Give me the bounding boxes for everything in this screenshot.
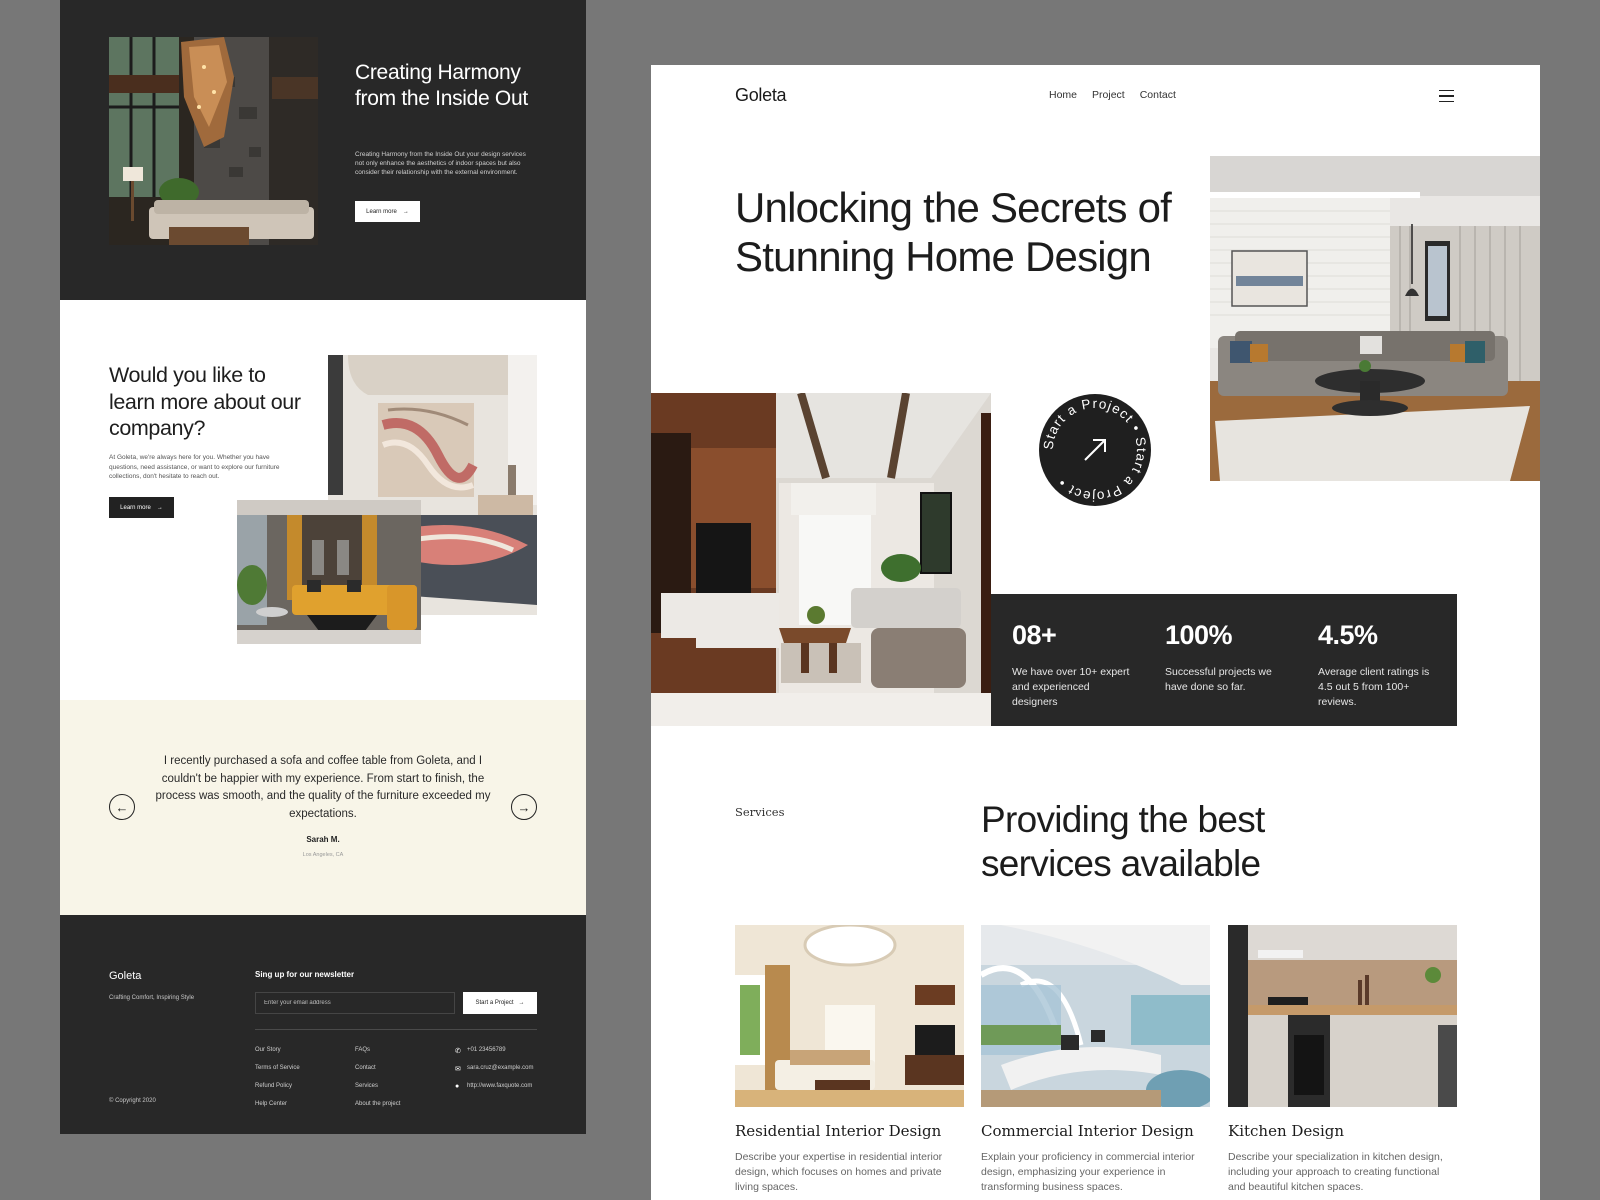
next-testimonial-button[interactable]: → [511, 794, 537, 820]
nav-project[interactable]: Project [1092, 89, 1125, 101]
service-description: Describe your specialization in kitchen … [1228, 1151, 1443, 1193]
footer-link-terms[interactable]: Terms of Service [255, 1065, 300, 1083]
hero-title: Unlocking the Secrets of Stunning Home D… [735, 184, 1172, 280]
footer-link-services[interactable]: Services [355, 1083, 400, 1101]
website-text: http://www.faxquote.com [467, 1083, 533, 1089]
arrow-right-icon: → [517, 799, 531, 815]
email-text: sara.cruz@example.com [467, 1065, 534, 1071]
testimonial-quote: I recently purchased a sofa and coffee t… [155, 755, 491, 820]
service-card-commercial[interactable]: Commercial Interior Design Explain your … [981, 925, 1210, 1194]
service-image-residential [735, 925, 964, 1107]
about-section: Would you like to learn more about our c… [60, 300, 586, 700]
button-label: Learn more [120, 504, 151, 511]
service-title: Commercial Interior Design [981, 1122, 1194, 1140]
footer-tagline: Crafting Comfort, Inspiring Style [109, 995, 195, 1001]
footer-link-contact[interactable]: Contact [355, 1065, 400, 1083]
stat-value: 4.5% [1318, 620, 1378, 650]
main-nav: Home Project Contact [1049, 89, 1176, 101]
stat-description: Average client ratings is 4.5 out 5 from… [1318, 666, 1430, 708]
hero-image [109, 37, 318, 245]
footer-link-help[interactable]: Help Center [255, 1101, 300, 1119]
arrow-right-icon: → [518, 1000, 525, 1006]
testimonial-section: ← I recently purchased a sofa and coffee… [60, 700, 586, 915]
service-image-commercial [981, 925, 1210, 1107]
hero-image-tv-wall [651, 393, 991, 726]
phone-icon: ✆ [455, 1048, 461, 1055]
contact-website[interactable]: ● http://www.faxquote.com [455, 1083, 533, 1101]
testimonial-author: Sarah M. [306, 835, 340, 844]
button-label: Start a Project [475, 1000, 514, 1006]
footer-links-company: Our Story Terms of Service Refund Policy… [255, 1047, 300, 1119]
footer-link-faqs[interactable]: FAQs [355, 1047, 400, 1065]
service-description: Describe your expertise in residential i… [735, 1151, 943, 1193]
stat-description: We have over 10+ expert and experienced … [1012, 666, 1130, 708]
nav-contact[interactable]: Contact [1140, 89, 1176, 101]
services-title: Providing the best services available [981, 799, 1265, 884]
footer-divider [255, 1029, 537, 1030]
phone-text: +01 23456789 [467, 1047, 506, 1053]
hero-title: Creating Harmony from the Inside Out [355, 61, 528, 110]
button-label: Learn more [366, 208, 397, 215]
footer-contacts: ✆ +01 23456789 ✉ sara.cruz@example.com ●… [455, 1047, 533, 1101]
footer-link-about-project[interactable]: About the project [355, 1101, 400, 1119]
service-card-kitchen[interactable]: Kitchen Design Describe your specializat… [1228, 925, 1457, 1194]
hero-description: Creating Harmony from the Inside Out you… [355, 151, 526, 176]
copyright: © Copyright 2020 [109, 1098, 156, 1104]
service-card-residential[interactable]: Residential Interior Design Describe you… [735, 925, 964, 1194]
site-logo[interactable]: Goleta [735, 85, 787, 106]
arrow-right-icon: → [156, 504, 163, 511]
testimonial-location: Los Angeles, CA [302, 852, 344, 858]
arrow-right-icon: → [402, 208, 409, 215]
hero-section: Creating Harmony from the Inside Out Cre… [60, 0, 586, 300]
newsletter-email-input[interactable] [255, 992, 455, 1014]
service-description: Explain your proficiency in commercial i… [981, 1151, 1195, 1193]
start-project-button[interactable]: Start a Project → [463, 992, 537, 1014]
arrow-left-icon: ← [115, 799, 129, 815]
footer-links-info: FAQs Contact Services About the project [355, 1047, 400, 1119]
mail-icon: ✉ [455, 1066, 461, 1073]
contact-email[interactable]: ✉ sara.cruz@example.com [455, 1065, 533, 1083]
nav-home[interactable]: Home [1049, 89, 1077, 101]
footer-logo[interactable]: Goleta [109, 970, 141, 982]
contact-phone[interactable]: ✆ +01 23456789 [455, 1047, 533, 1065]
about-title: Would you like to learn more about our c… [109, 363, 301, 440]
service-image-kitchen [1228, 925, 1457, 1107]
service-title: Residential Interior Design [735, 1122, 942, 1140]
footer-link-refund[interactable]: Refund Policy [255, 1083, 300, 1101]
stat-value: 08+ [1012, 620, 1057, 650]
stat-designers: 08+ We have over 10+ expert and experien… [1012, 620, 1137, 709]
stats-bar: 08+ We have over 10+ expert and experien… [991, 594, 1457, 726]
services-label: Services [735, 805, 785, 819]
about-image-yellow-sofa [237, 500, 421, 644]
stat-ratings: 4.5% Average client ratings is 4.5 out 5… [1318, 620, 1443, 709]
footer: Goleta Crafting Comfort, Inspiring Style… [60, 915, 586, 1134]
learn-more-button[interactable]: Learn more → [109, 497, 174, 518]
service-title: Kitchen Design [1228, 1122, 1345, 1140]
newsletter-title: Sing up for our newsletter [255, 970, 355, 979]
stat-value: 100% [1165, 620, 1233, 650]
stat-description: Successful projects we have done so far. [1165, 666, 1272, 693]
footer-link-our-story[interactable]: Our Story [255, 1047, 300, 1065]
globe-icon: ● [455, 1083, 460, 1090]
start-project-badge[interactable]: Start a Project • Start a Project • [1038, 393, 1152, 507]
landing-page-left-preview: Creating Harmony from the Inside Out Cre… [60, 0, 586, 1134]
previous-testimonial-button[interactable]: ← [109, 794, 135, 820]
learn-more-button[interactable]: Learn more → [355, 201, 420, 222]
stat-projects: 100% Successful projects we have done so… [1165, 620, 1290, 695]
landing-page-right-preview: Goleta Home Project Contact Unlocking th… [651, 65, 1540, 1200]
hero-image-living-room [1210, 156, 1540, 481]
hamburger-icon[interactable] [1439, 90, 1454, 102]
about-description: At Goleta, we're always here for you. Wh… [109, 454, 280, 480]
